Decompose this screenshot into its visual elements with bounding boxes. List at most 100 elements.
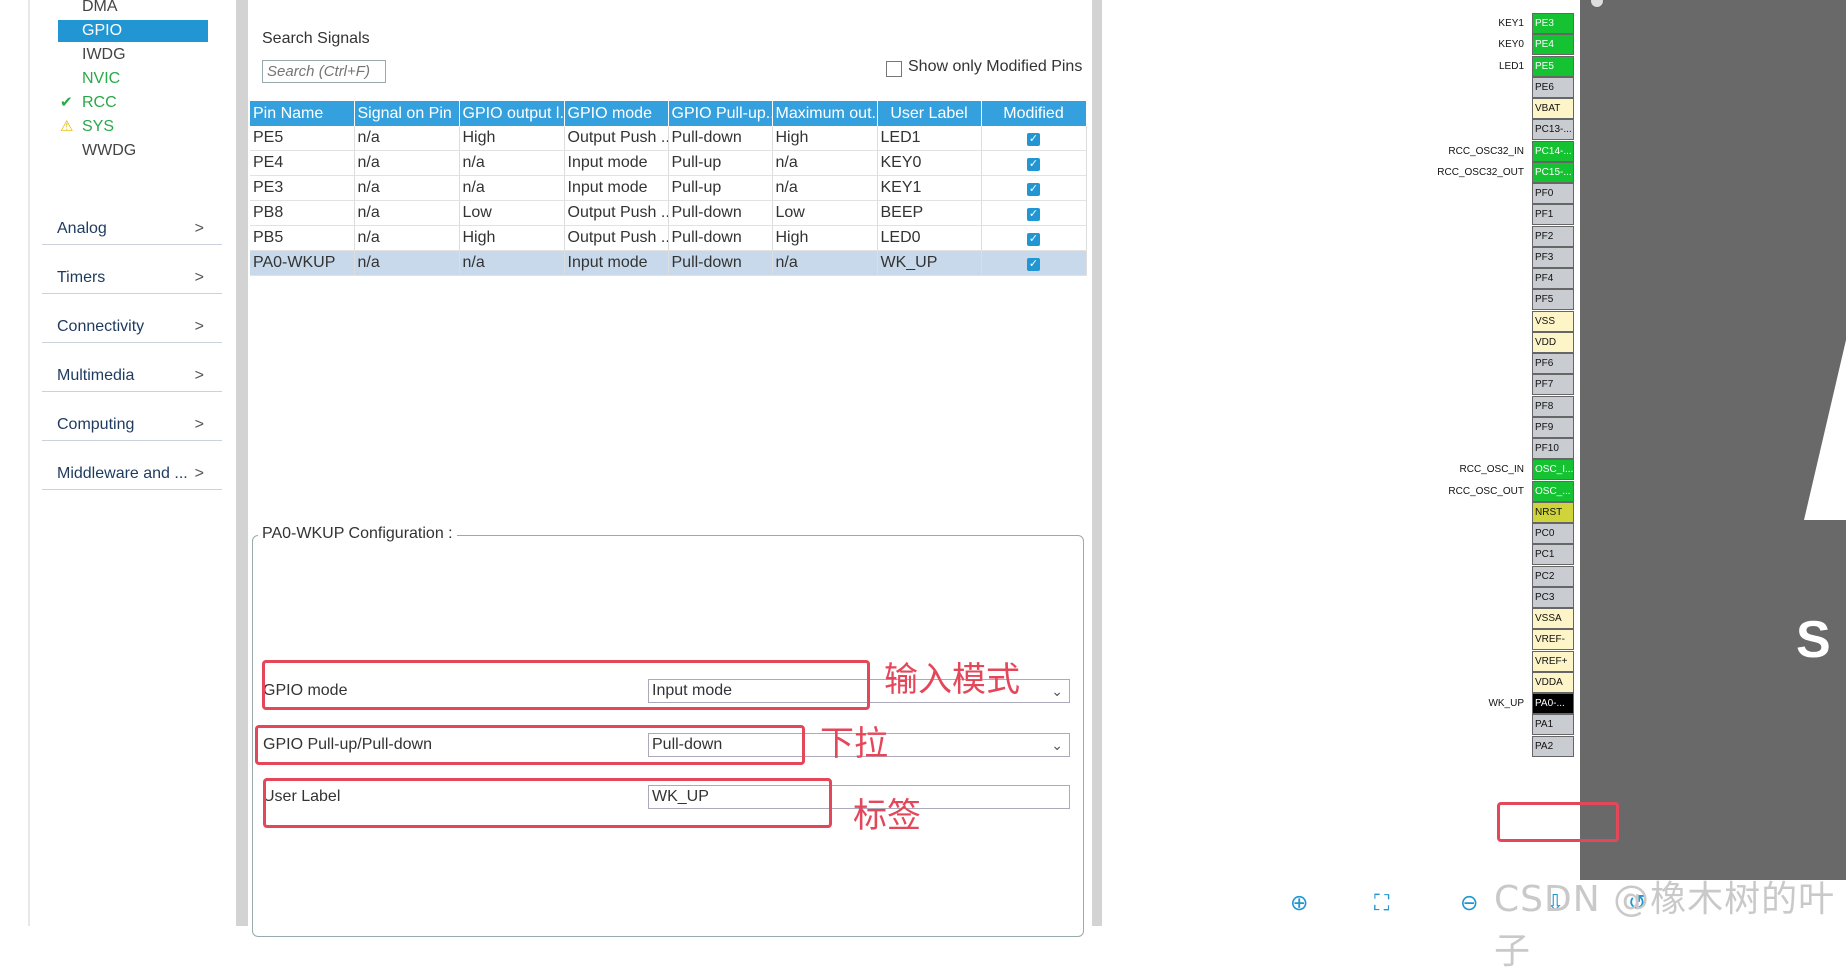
chip-pin[interactable]: PF0	[1532, 183, 1574, 204]
table-cell: n/a	[772, 250, 878, 276]
modified-checkbox[interactable]: ✓	[1027, 233, 1040, 246]
table-cell: Input mode	[564, 150, 669, 176]
table-cell: Output Push ...	[564, 200, 669, 226]
sidebar-item-rcc[interactable]: ✔ RCC	[58, 92, 208, 114]
chip-pin[interactable]: PF3	[1532, 246, 1574, 268]
chip-pin[interactable]: OSC_...	[1532, 480, 1574, 502]
chip-pin[interactable]: PC0	[1532, 523, 1574, 544]
fit-icon[interactable]: ⛶	[1374, 890, 1389, 916]
modified-checkbox[interactable]: ✓	[1027, 258, 1040, 271]
column-header[interactable]: GPIO Pull-up...	[668, 101, 773, 126]
category-label: Timers	[57, 269, 106, 286]
chip-pin[interactable]: PF4	[1532, 268, 1574, 289]
chevron-right-icon: >	[194, 465, 204, 482]
modified-checkbox[interactable]: ✓	[1027, 183, 1040, 196]
chip-pin[interactable]: PC3	[1532, 586, 1574, 608]
chip-pin[interactable]: VREF-	[1532, 629, 1574, 651]
sidebar-item-label: SYS	[82, 118, 115, 135]
table-cell: Pull-down	[668, 200, 773, 226]
sidebar: DMA GPIO IWDG NVIC ✔ RCC ⚠ SYS WWDG Analog > Timers…	[0, 0, 232, 926]
chip-pin[interactable]: PF1	[1532, 204, 1574, 226]
modified-cell: ✓	[981, 175, 1087, 201]
category-connectivity[interactable]: Connectivity >	[42, 296, 222, 343]
chip-pin[interactable]: PE3	[1532, 13, 1574, 34]
column-header[interactable]: Maximum out...	[772, 101, 878, 126]
chip-pin[interactable]: PF6	[1532, 353, 1574, 374]
chip-logo-text: S	[1796, 611, 1831, 669]
chip-pin[interactable]: PC15-...	[1532, 161, 1574, 183]
modified-checkbox[interactable]: ✓	[1027, 158, 1040, 171]
chip-pin[interactable]: VSSA	[1532, 608, 1574, 629]
table-cell: Low	[459, 200, 565, 226]
chip-pin[interactable]: PF9	[1532, 416, 1574, 438]
chip-pin[interactable]: VSS	[1532, 310, 1574, 332]
sidebar-item-wwdg[interactable]: WWDG	[58, 140, 208, 162]
chip-pin[interactable]: PA1	[1532, 714, 1574, 736]
column-header[interactable]: Signal on Pin	[354, 101, 460, 126]
chip-pin[interactable]: PF10	[1532, 438, 1574, 459]
table-cell: WK_UP	[877, 250, 982, 276]
chip-pin[interactable]: PC1	[1532, 544, 1574, 566]
category-computing[interactable]: Computing >	[42, 394, 222, 441]
modified-checkbox[interactable]: ✓	[1027, 133, 1040, 146]
chip-pin[interactable]: PC14-...	[1532, 140, 1574, 162]
chip-pin[interactable]: NRST	[1532, 501, 1574, 523]
search-input[interactable]	[262, 60, 386, 83]
chip-pin[interactable]: OSC_I...	[1532, 459, 1574, 481]
table-cell: n/a	[772, 150, 878, 176]
chip-pin[interactable]: VBAT	[1532, 98, 1574, 119]
sidebar-item-sys[interactable]: ⚠ SYS	[58, 116, 208, 138]
modified-checkbox[interactable]: ✓	[1027, 208, 1040, 221]
annotation-box-mode	[262, 660, 870, 710]
chip-pin[interactable]: PC2	[1532, 565, 1574, 587]
show-modified-checkbox[interactable]	[886, 61, 902, 77]
chip-pin[interactable]: PE4	[1532, 34, 1574, 56]
chip-pin[interactable]: VDD	[1532, 331, 1574, 353]
chip-pin[interactable]: PA2	[1532, 735, 1574, 757]
zoom-in-icon[interactable]: ⊕	[1290, 890, 1308, 916]
left-splitter[interactable]	[236, 0, 248, 926]
table-row[interactable]: PE4 n/a n/a Input mode Pull-up n/a KEY0 ✓	[250, 150, 1087, 176]
column-header[interactable]: Pin Name	[250, 101, 355, 126]
chip-pin[interactable]: PF2	[1532, 225, 1574, 247]
sidebar-item-iwdg[interactable]: IWDG	[58, 44, 208, 66]
pin-signal-label: LED1	[1498, 60, 1524, 72]
column-header[interactable]: GPIO mode	[564, 101, 669, 126]
table-cell: KEY0	[877, 150, 982, 176]
table-cell: Pull-up	[668, 175, 773, 201]
table-row[interactable]: PA0-WKUP n/a n/a Input mode Pull-down n/a WK_U…	[250, 250, 1087, 276]
chip-pin[interactable]: PE5	[1532, 55, 1574, 77]
table-row[interactable]: PB8 n/a Low Output Push ... Pull-down Low BEEP…	[250, 200, 1087, 226]
column-header[interactable]: User Label	[877, 101, 982, 126]
pin-signal-label: WK_UP	[1488, 698, 1524, 709]
column-header[interactable]: GPIO output l...	[459, 101, 565, 126]
table-cell: Input mode	[564, 175, 669, 201]
chip-pin[interactable]: PC13-...	[1532, 119, 1574, 141]
chip-pin[interactable]: PE6	[1532, 76, 1574, 98]
chip-pin[interactable]: PF5	[1532, 289, 1574, 311]
modified-cell: ✓	[981, 225, 1087, 251]
sidebar-item-nvic[interactable]: NVIC	[58, 68, 208, 90]
column-header[interactable]: Modified	[981, 101, 1087, 126]
category-middleware-and[interactable]: Middleware and ... >	[42, 443, 222, 490]
table-row[interactable]: PE5 n/a High Output Push ... Pull-down High LE…	[250, 126, 1087, 151]
pin-signal-label: RCC_OSC32_IN	[1448, 145, 1524, 157]
table-row[interactable]: PE3 n/a n/a Input mode Pull-up n/a KEY1 ✓	[250, 175, 1087, 201]
table-cell: High	[772, 225, 878, 251]
category-analog[interactable]: Analog >	[42, 198, 222, 245]
chip-pin[interactable]: PA0-...	[1532, 693, 1574, 714]
category-multimedia[interactable]: Multimedia >	[42, 345, 222, 392]
chip-pin[interactable]: VDDA	[1532, 671, 1574, 693]
chip-pin[interactable]: PF7	[1532, 374, 1574, 396]
sidebar-item-dma[interactable]: DMA	[58, 0, 208, 18]
table-cell: n/a	[354, 250, 460, 276]
category-timers[interactable]: Timers >	[42, 247, 222, 294]
sidebar-item-gpio[interactable]: GPIO	[58, 20, 208, 42]
chip-pin[interactable]: VREF+	[1532, 650, 1574, 672]
table-row[interactable]: PB5 n/a High Output Push ... Pull-down High LE…	[250, 225, 1087, 251]
chevron-down-icon: ⌄	[1051, 683, 1063, 699]
chip-pin[interactable]: PF8	[1532, 395, 1574, 417]
zoom-out-icon[interactable]: ⊖	[1460, 890, 1478, 916]
right-splitter[interactable]	[1092, 0, 1102, 926]
table-cell: n/a	[354, 175, 460, 201]
